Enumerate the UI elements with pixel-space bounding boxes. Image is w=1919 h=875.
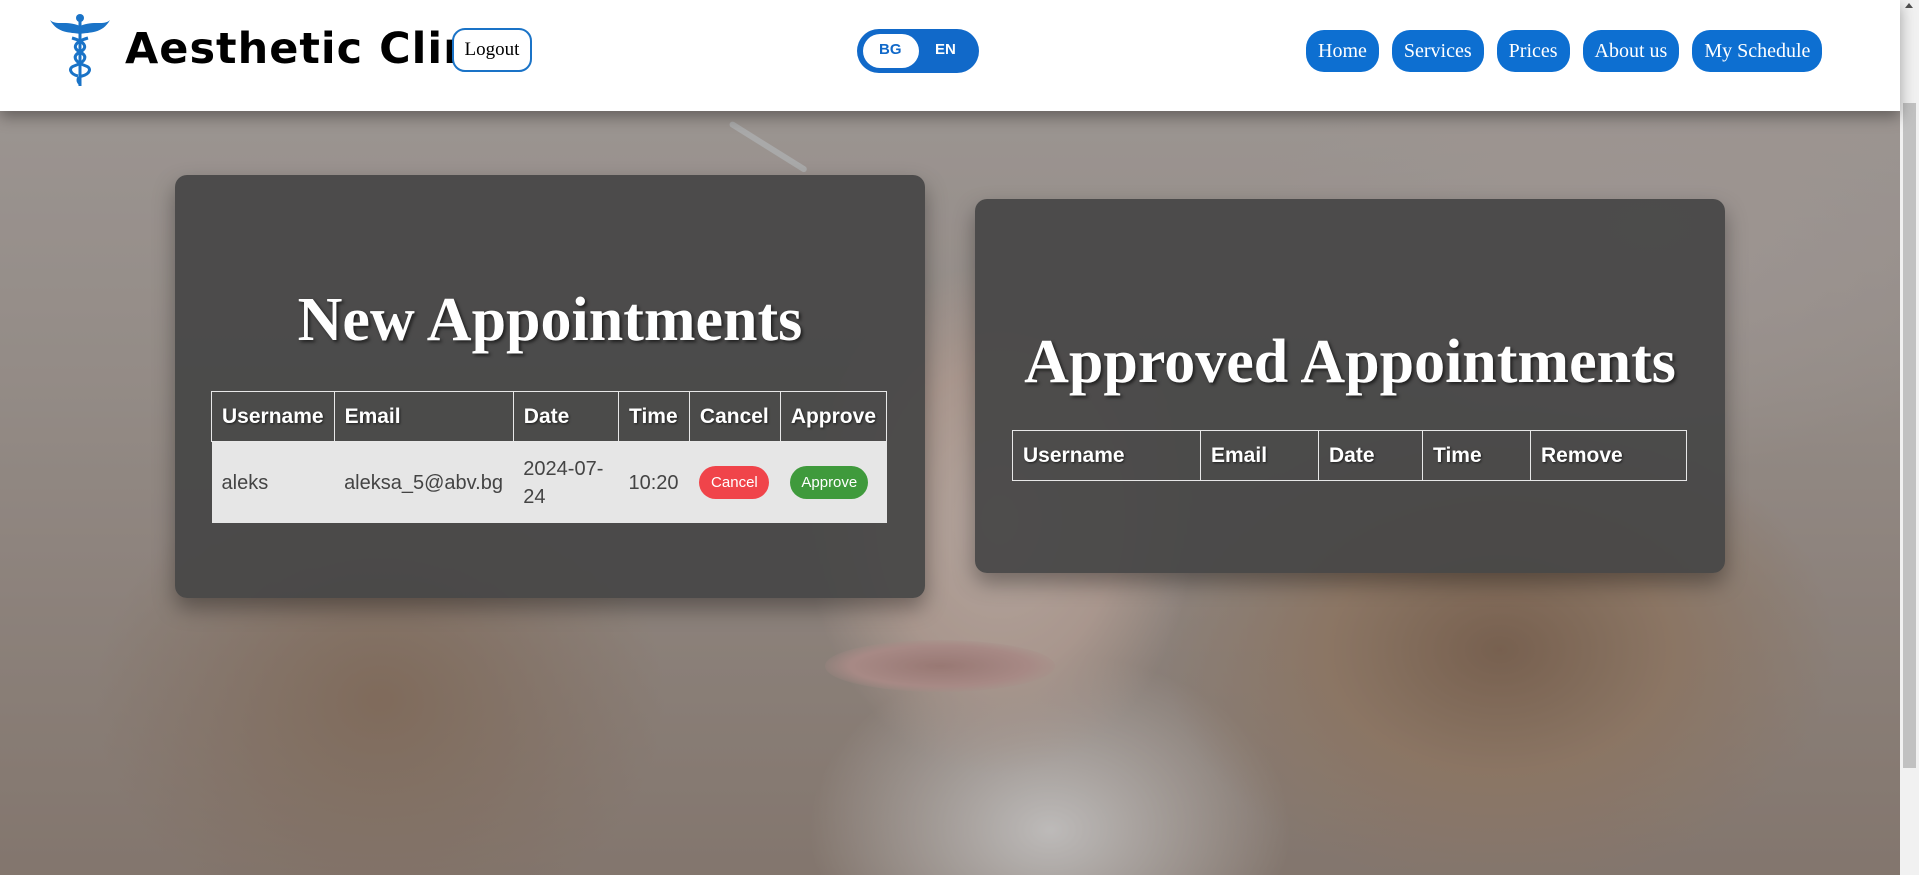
table-row: aleks aleksa_5@abv.bg 2024-07-24 10:20 C… bbox=[211, 441, 887, 523]
new-appointments-card: New Appointments Username Email Date Tim… bbox=[175, 175, 925, 598]
cell-time: 10:20 bbox=[618, 441, 690, 523]
column-header-approve: Approve bbox=[779, 391, 888, 442]
column-header-time: Time bbox=[618, 391, 690, 442]
table-header-row: Username Email Date Time Cancel Approve bbox=[211, 391, 888, 442]
site-header: Aesthetic Clinic Logout BG EN Home Servi… bbox=[0, 0, 1900, 111]
language-toggle[interactable]: BG EN bbox=[857, 29, 979, 73]
column-header-time: Time bbox=[1422, 430, 1531, 481]
column-header-email: Email bbox=[1200, 430, 1319, 481]
new-appointments-table: Username Email Date Time Cancel Approve … bbox=[211, 391, 888, 523]
column-header-username: Username bbox=[211, 391, 335, 442]
page-scrollbar[interactable] bbox=[1900, 0, 1919, 875]
cell-cancel: Cancel bbox=[689, 441, 781, 523]
column-header-remove: Remove bbox=[1530, 430, 1687, 481]
language-option-bg[interactable]: BG bbox=[879, 41, 902, 58]
nav-home-button[interactable]: Home bbox=[1306, 30, 1379, 72]
logout-button[interactable]: Logout bbox=[452, 28, 532, 72]
scroll-up-arrow-icon[interactable] bbox=[1905, 3, 1913, 8]
cell-date-text: 2024-07-24 bbox=[523, 457, 604, 508]
approve-appointment-button[interactable]: Approve bbox=[790, 466, 869, 499]
column-header-date: Date bbox=[1318, 430, 1423, 481]
cell-email: aleksa_5@abv.bg bbox=[334, 441, 514, 523]
nav-services-button[interactable]: Services bbox=[1391, 30, 1484, 72]
cell-date: 2024-07-24 bbox=[513, 441, 619, 523]
column-header-date: Date bbox=[512, 391, 620, 442]
approved-appointments-card: Approved Appointments Username Email Dat… bbox=[975, 199, 1725, 573]
approved-appointments-title: Approved Appointments bbox=[1024, 328, 1676, 396]
nav-my-schedule-button[interactable]: My Schedule bbox=[1692, 30, 1823, 72]
cell-approve: Approve bbox=[780, 441, 887, 523]
cell-username: aleks bbox=[211, 441, 335, 523]
column-header-cancel: Cancel bbox=[688, 391, 781, 442]
table-header-row: Username Email Date Time Remove bbox=[1012, 430, 1687, 481]
column-header-username: Username bbox=[1012, 430, 1201, 481]
caduceus-logo-icon bbox=[50, 14, 110, 86]
scrollbar-thumb[interactable] bbox=[1903, 103, 1916, 768]
cancel-appointment-button[interactable]: Cancel bbox=[699, 466, 770, 499]
nav-about-us-button[interactable]: About us bbox=[1582, 30, 1680, 72]
column-header-email: Email bbox=[333, 391, 514, 442]
new-appointments-title: New Appointments bbox=[297, 286, 803, 354]
approved-appointments-table: Username Email Date Time Remove bbox=[1012, 430, 1687, 481]
nav-prices-button[interactable]: Prices bbox=[1496, 30, 1570, 72]
language-option-en[interactable]: EN bbox=[935, 41, 956, 58]
main-nav: Home Services Prices About us My Schedul… bbox=[1306, 30, 1823, 72]
